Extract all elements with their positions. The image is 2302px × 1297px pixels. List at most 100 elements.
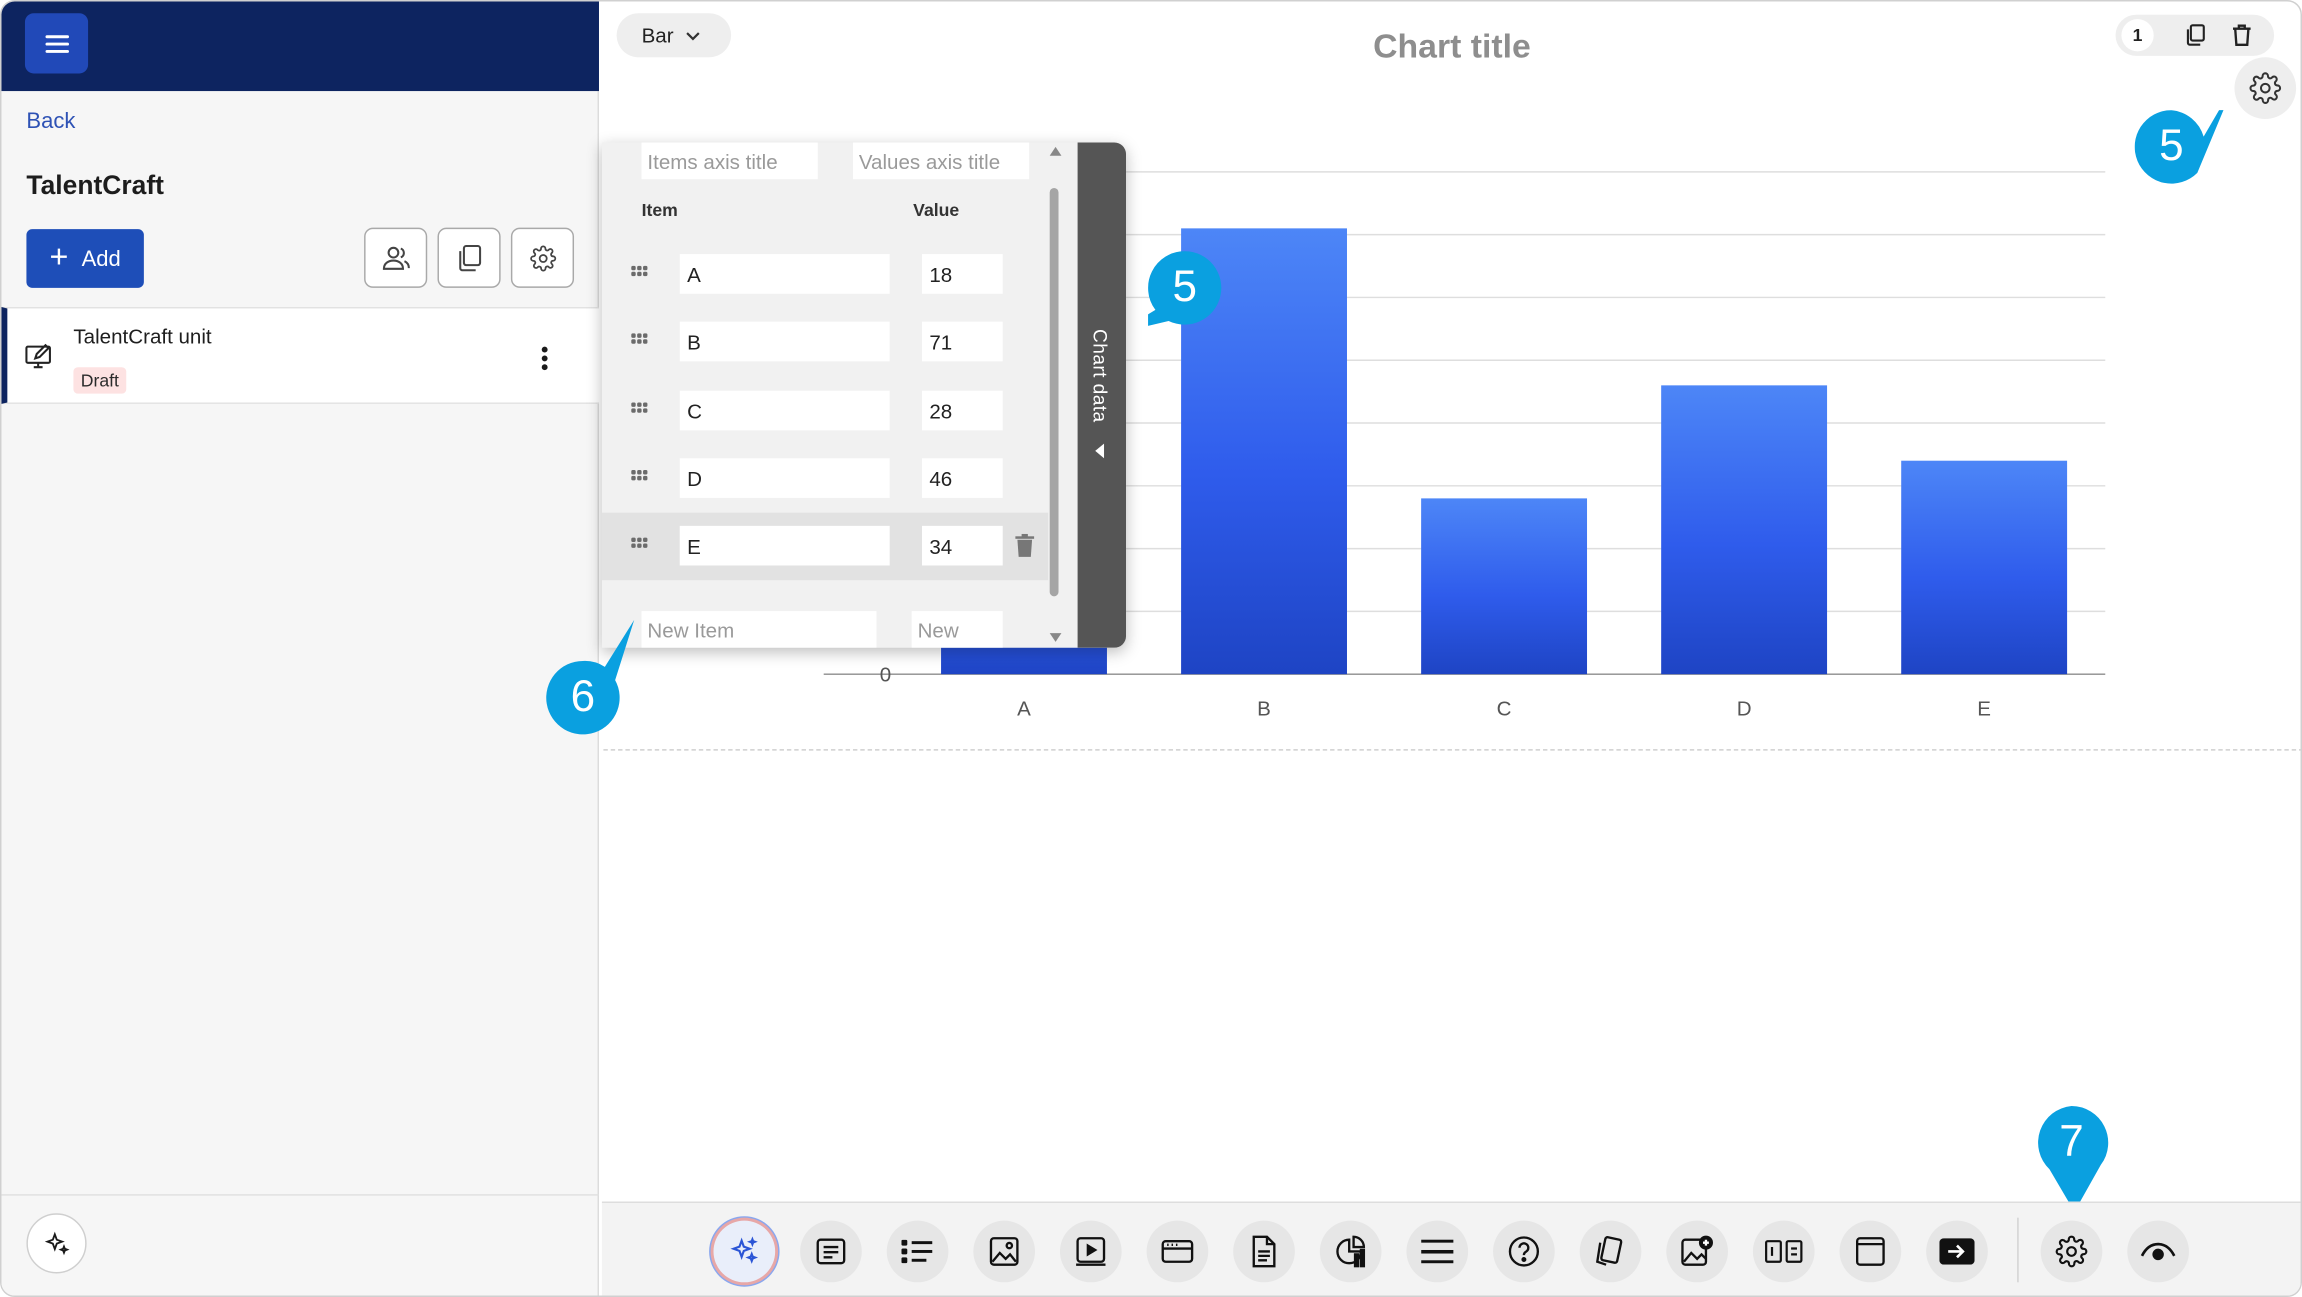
callout-marker: 5 [2134, 110, 2224, 184]
card-icon [1161, 1240, 1194, 1263]
hamburger-icon [44, 34, 69, 53]
item-input[interactable]: B [679, 321, 890, 362]
copy-icon [2186, 24, 2205, 46]
x-tick-label: B [1257, 697, 1271, 720]
callout-marker: 7 [2035, 1106, 2109, 1212]
frame-icon [1855, 1237, 1885, 1266]
drag-handle-icon[interactable] [631, 265, 652, 281]
question-icon [1508, 1236, 1540, 1267]
unit-list-item[interactable]: TalentCraft unit Draft [1, 306, 599, 404]
duplicate-block-button[interactable] [2180, 21, 2209, 50]
callout-number: 6 [570, 672, 596, 722]
list-icon [901, 1239, 933, 1264]
drag-handle-icon[interactable] [631, 537, 652, 553]
add-document-button[interactable] [1233, 1220, 1295, 1283]
chart-data-panel: Items axis title Values axis title Item … [601, 142, 1127, 648]
matching-icon [1765, 1240, 1803, 1263]
drag-handle-icon[interactable] [631, 402, 652, 417]
items-axis-title-input[interactable]: Items axis title [641, 142, 818, 180]
unit-name: TalentCraft unit [73, 324, 212, 349]
column-header-item: Item [641, 199, 678, 221]
add-image-button[interactable] [973, 1220, 1036, 1283]
y-axis-labels: 0 [880, 664, 891, 687]
add-frame-button[interactable] [1839, 1220, 1902, 1283]
chart-type-dropdown[interactable]: Bar [616, 13, 732, 58]
add-matching-button[interactable] [1752, 1220, 1815, 1283]
column-header-value: Value [913, 199, 960, 221]
add-flashcard-button[interactable] [1579, 1220, 1642, 1283]
x-tick-label: E [1977, 697, 1991, 720]
more-options-icon[interactable] [533, 344, 556, 373]
back-link[interactable]: Back [26, 109, 75, 134]
add-video-button[interactable] [1059, 1220, 1122, 1283]
toolbar-separator [2017, 1217, 2019, 1283]
chart-data-toggle-tab[interactable]: Chart data [1077, 142, 1127, 648]
divider-icon [1421, 1239, 1454, 1264]
values-axis-title-input[interactable]: Values axis title [852, 142, 1030, 180]
add-card-button[interactable] [1146, 1220, 1209, 1283]
block-toolbar [601, 1201, 2301, 1296]
chart-icon [1336, 1235, 1366, 1268]
settings-icon [2055, 1235, 2088, 1268]
gear-icon [2249, 72, 2282, 104]
trash-icon[interactable] [1013, 533, 1036, 558]
item-input[interactable]: E [679, 525, 890, 566]
data-row: B 71 [602, 308, 1048, 376]
scroll-up-icon[interactable] [1048, 145, 1063, 157]
flashcard-icon [1595, 1236, 1623, 1266]
chart-title[interactable]: Chart title [1305, 26, 1599, 66]
value-input[interactable]: 46 [921, 458, 1003, 498]
gear-icon [529, 244, 556, 271]
data-row: C 28 [602, 377, 1048, 445]
ai-assistant-button[interactable] [26, 1213, 87, 1274]
item-input[interactable]: A [679, 254, 890, 294]
callout-number: 7 [2059, 1117, 2084, 1167]
value-input[interactable]: 34 [921, 525, 1003, 566]
drag-handle-icon[interactable] [631, 470, 652, 485]
course-settings-button[interactable] [510, 227, 575, 288]
add-divider-button[interactable] [1406, 1220, 1469, 1283]
scrollbar-thumb[interactable] [1049, 188, 1059, 597]
bar-E[interactable] [1901, 460, 2068, 675]
chart-data-tab-label: Chart data [1089, 329, 1112, 423]
block-divider [603, 749, 2301, 751]
chart-data-table: Items axis title Values axis title Item … [601, 142, 1078, 648]
duplicate-button[interactable] [437, 227, 501, 288]
top-navigation-bar [1, 1, 599, 92]
menu-button[interactable] [24, 13, 89, 74]
bar-D[interactable] [1661, 385, 1828, 675]
add-image-hotspot-button[interactable] [1666, 1220, 1728, 1283]
item-input[interactable]: C [679, 390, 890, 431]
settings-button[interactable] [2040, 1220, 2103, 1283]
value-input[interactable]: 28 [921, 390, 1003, 431]
app-window: Back TalentCraft + Add TalentCraft unit … [0, 0, 2302, 1297]
add-question-button[interactable] [1493, 1220, 1555, 1283]
add-button-label: Add [81, 246, 121, 272]
text-icon [816, 1238, 846, 1265]
add-list-button[interactable] [886, 1220, 949, 1283]
ai-sparkle-icon [730, 1236, 759, 1264]
scroll-down-icon[interactable] [1048, 632, 1063, 644]
add-text-button[interactable] [800, 1220, 862, 1283]
callout-number: 5 [1172, 262, 1198, 312]
ai-generate-button[interactable] [713, 1220, 776, 1283]
collaborators-button[interactable] [364, 227, 428, 288]
new-value-input[interactable]: New [911, 611, 1003, 648]
collapse-caret-icon [1095, 443, 1105, 459]
add-embed-button[interactable] [1926, 1220, 1988, 1283]
value-input[interactable]: 18 [921, 254, 1003, 294]
add-button[interactable]: + Add [26, 229, 144, 288]
drag-handle-icon[interactable] [631, 333, 652, 348]
value-input[interactable]: 71 [921, 321, 1003, 362]
preview-button[interactable] [2127, 1220, 2189, 1283]
plus-icon: + [49, 237, 69, 275]
status-badge: Draft [73, 367, 127, 394]
item-input[interactable]: D [679, 458, 890, 498]
add-chart-button[interactable] [1319, 1220, 1382, 1283]
image-hotspot-icon [1681, 1235, 1713, 1266]
block-actions-group: 1 [2115, 14, 2275, 56]
document-icon [1252, 1235, 1276, 1268]
left-sidebar: Back TalentCraft + Add TalentCraft unit … [1, 1, 599, 1296]
delete-block-button[interactable] [2227, 21, 2256, 50]
bar-C[interactable] [1421, 498, 1588, 675]
